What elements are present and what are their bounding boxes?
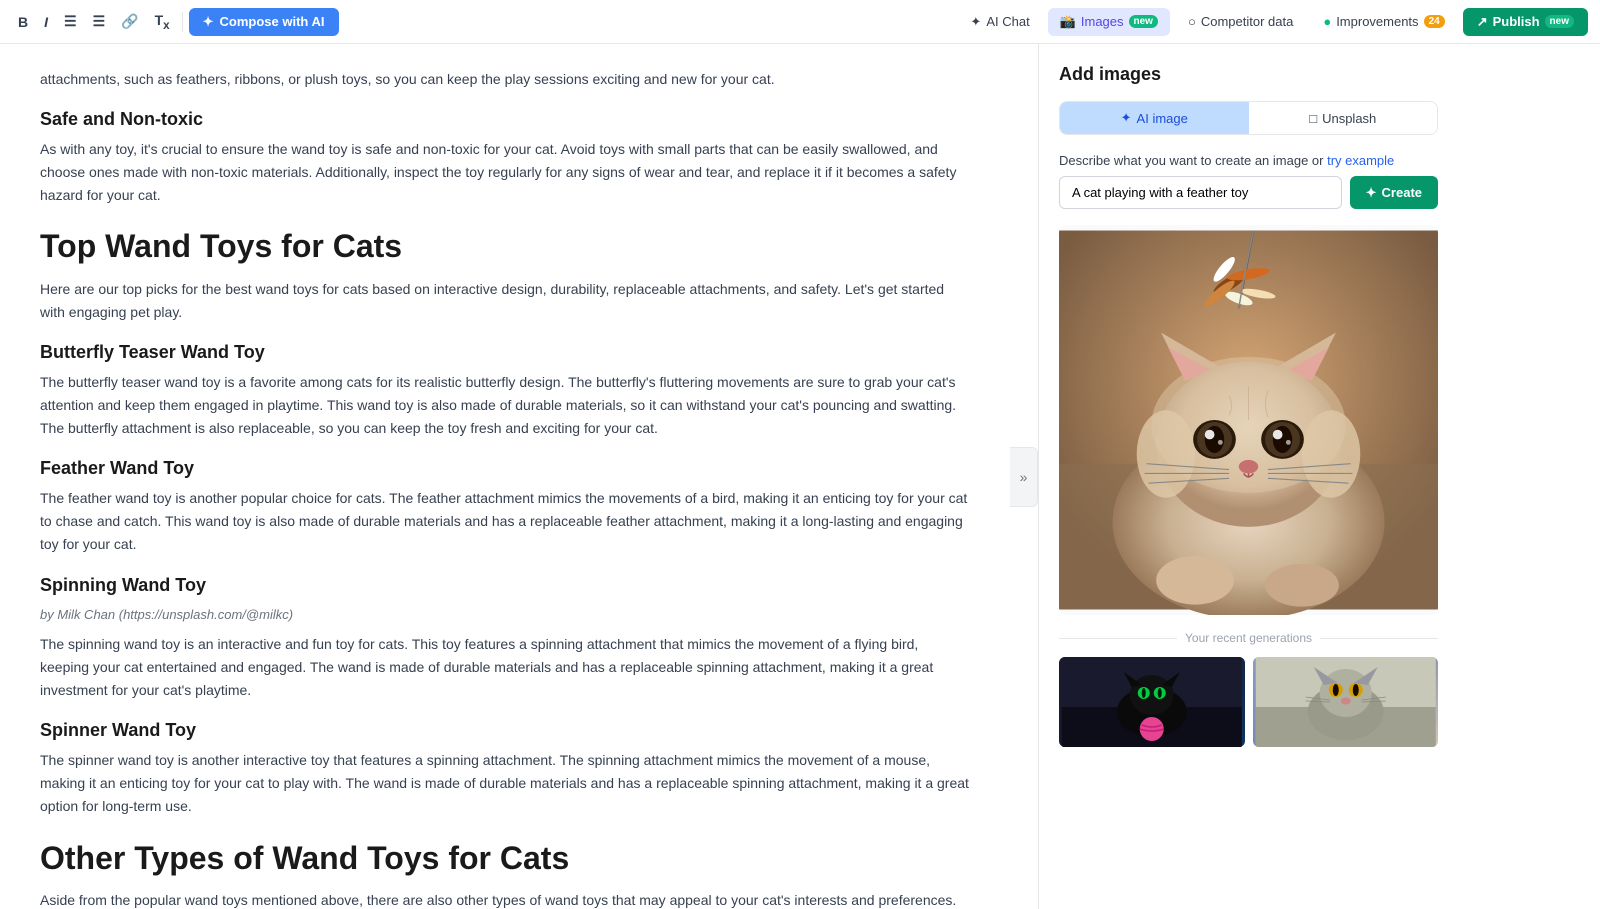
compose-ai-label: Compose with AI (220, 14, 325, 29)
spinning-wand-heading: Spinning Wand Toy (40, 575, 970, 596)
improvements-count-badge: 24 (1424, 15, 1445, 28)
compose-with-ai-button[interactable]: ✦ Compose with AI (189, 8, 339, 36)
italic-icon: I (44, 14, 48, 30)
unsplash-tab-label: Unsplash (1322, 111, 1376, 126)
butterfly-teaser-heading: Butterfly Teaser Wand Toy (40, 342, 970, 363)
link-button[interactable]: 🔗 (115, 9, 144, 34)
main-layout: attachments, such as feathers, ribbons, … (0, 44, 1600, 909)
bold-button[interactable]: B (12, 10, 34, 34)
compose-ai-icon: ✦ (203, 14, 214, 30)
italic-button[interactable]: I (38, 10, 54, 34)
toolbar: B I ☰ ☰ 🔗 Tx ✦ Compose with AI ✦ AI Chat… (0, 0, 1600, 44)
unsplash-tab[interactable]: □ Unsplash (1249, 102, 1438, 134)
feather-wand-heading: Feather Wand Toy (40, 458, 970, 479)
images-new-badge: new (1129, 15, 1158, 28)
link-icon: 🔗 (121, 13, 138, 30)
spinner-wand-paragraph: The spinner wand toy is another interact… (40, 749, 970, 818)
bullet-list-button[interactable]: ☰ (58, 9, 83, 34)
format-button[interactable]: Tx (149, 8, 176, 36)
image-description-input[interactable] (1059, 176, 1342, 209)
publish-new-badge: new (1545, 15, 1574, 28)
describe-prompt: Describe what you want to create an imag… (1059, 153, 1438, 168)
competitor-label: Competitor data (1201, 14, 1294, 29)
spinning-wand-attribution: by Milk Chan (https://unsplash.com/@milk… (40, 604, 970, 625)
editor-area[interactable]: attachments, such as feathers, ribbons, … (0, 44, 1010, 909)
recent-label: Your recent generations (1059, 631, 1438, 645)
improvements-icon: ● (1323, 14, 1331, 29)
create-image-button[interactable]: ✦ Create (1350, 176, 1438, 209)
ai-chat-tab[interactable]: ✦ AI Chat (958, 8, 1041, 36)
sidebar-title: Add images (1059, 64, 1438, 85)
ai-chat-label: AI Chat (986, 14, 1029, 29)
toolbar-divider (182, 12, 183, 32)
images-icon: 📸 (1060, 14, 1076, 30)
images-label: Images (1081, 14, 1124, 29)
toolbar-center: ✦ AI Chat 📸 Images new ○ Competitor data… (958, 8, 1588, 36)
generated-image (1059, 225, 1438, 615)
top-wand-toys-intro: Here are our top picks for the best wand… (40, 278, 970, 324)
ai-chat-icon: ✦ (970, 14, 981, 30)
try-example-link[interactable]: try example (1327, 153, 1394, 168)
feather-wand-paragraph: The feather wand toy is another popular … (40, 487, 970, 556)
other-types-heading: Other Types of Wand Toys for Cats (40, 839, 970, 877)
spinning-wand-paragraph: The spinning wand toy is an interactive … (40, 633, 970, 702)
improvements-label: Improvements (1336, 14, 1418, 29)
publish-label: Publish (1493, 14, 1540, 29)
cat-generated-svg (1059, 225, 1438, 615)
top-wand-toys-heading: Top Wand Toys for Cats (40, 227, 970, 265)
collapse-sidebar-button[interactable]: » (1010, 447, 1038, 507)
other-types-paragraph: Aside from the popular wand toys mention… (40, 889, 970, 909)
publish-button[interactable]: ↗ Publish new (1463, 8, 1588, 36)
chevron-right-icon: » (1020, 469, 1028, 485)
ai-image-tab-label: AI image (1137, 111, 1188, 126)
improvements-tab[interactable]: ● Improvements 24 (1311, 8, 1456, 35)
create-icon: ✦ (1366, 185, 1377, 201)
publish-icon: ↗ (1477, 14, 1488, 30)
recent-thumbnail-1[interactable] (1059, 657, 1245, 747)
toolbar-left: B I ☰ ☰ 🔗 Tx ✦ Compose with AI (12, 8, 950, 36)
safe-nontoxic-paragraph: As with any toy, it's crucial to ensure … (40, 138, 970, 207)
bold-icon: B (18, 14, 28, 30)
numbered-list-button[interactable]: ☰ (87, 9, 112, 34)
right-sidebar: Add images ✦ AI image □ Unsplash Describ… (1038, 44, 1458, 909)
create-label: Create (1382, 185, 1422, 200)
recent-generations-section: Your recent generations (1059, 631, 1438, 747)
image-input-row: ✦ Create (1059, 176, 1438, 209)
competitor-icon: ○ (1188, 14, 1196, 29)
recent-thumbnail-2[interactable] (1253, 657, 1439, 747)
bullet-list-icon: ☰ (64, 13, 77, 30)
image-source-tabs: ✦ AI image □ Unsplash (1059, 101, 1438, 135)
ai-image-tab[interactable]: ✦ AI image (1060, 102, 1249, 134)
safe-nontoxic-heading: Safe and Non-toxic (40, 109, 970, 130)
editor-paragraph-1: attachments, such as feathers, ribbons, … (40, 68, 970, 91)
recent-grid (1059, 657, 1438, 747)
butterfly-teaser-paragraph: The butterfly teaser wand toy is a favor… (40, 371, 970, 440)
numbered-list-icon: ☰ (93, 13, 106, 30)
images-tab[interactable]: 📸 Images new (1048, 8, 1170, 36)
spinner-wand-heading: Spinner Wand Toy (40, 720, 970, 741)
competitor-data-tab[interactable]: ○ Competitor data (1176, 8, 1305, 35)
ai-image-tab-icon: ✦ (1121, 110, 1132, 126)
format-icon: Tx (155, 12, 170, 32)
unsplash-tab-icon: □ (1309, 111, 1317, 126)
